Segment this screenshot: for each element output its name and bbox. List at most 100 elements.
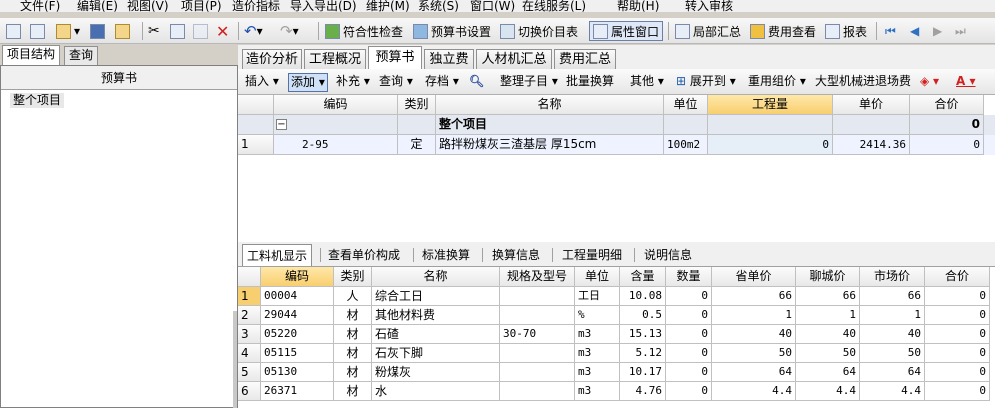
cell-code[interactable]: 05115 bbox=[261, 344, 334, 363]
cut-icon[interactable]: ✂ bbox=[148, 21, 160, 41]
cell-content[interactable]: 15.13 bbox=[620, 325, 666, 344]
menu-online[interactable]: 在线服务(L) bbox=[522, 0, 586, 12]
cell-lc[interactable]: 66 bbox=[796, 287, 860, 306]
scrollbar[interactable] bbox=[233, 311, 237, 408]
cell-content[interactable]: 10.08 bbox=[620, 287, 666, 306]
tab-fee-summary[interactable]: 费用汇总 bbox=[554, 49, 616, 69]
next-icon[interactable]: ▶ bbox=[933, 21, 942, 41]
table-row[interactable]: 5 05130 材粉煤灰 m3 10.17 0 64 64 64 0 bbox=[238, 363, 995, 383]
delete-icon[interactable]: ✕ bbox=[216, 21, 229, 41]
table-row[interactable]: 4 05115 材石灰下脚 m3 5.12 0 50 50 50 0 bbox=[238, 344, 995, 364]
tab-unit-price-breakdown[interactable]: 查看单价构成 bbox=[328, 244, 400, 266]
cell-mkt[interactable]: 4.4 bbox=[860, 382, 925, 401]
add-button[interactable]: 添加 ▾ bbox=[288, 73, 328, 92]
cell-name[interactable]: 石碴 bbox=[372, 325, 500, 344]
folder-icon[interactable] bbox=[115, 21, 133, 41]
prev-icon[interactable]: ◀ bbox=[910, 21, 919, 41]
budget-settings-button[interactable]: 预算书设置 bbox=[413, 21, 491, 41]
paste-icon[interactable] bbox=[193, 21, 211, 41]
copy-icon[interactable] bbox=[170, 21, 188, 41]
reuse-price-button[interactable]: 重用组价 ▾ bbox=[748, 73, 806, 92]
cell-name[interactable]: 综合工日 bbox=[372, 287, 500, 306]
quantity-cell[interactable]: 0 bbox=[708, 135, 833, 155]
supplement-button[interactable]: 补充 ▾ bbox=[336, 73, 370, 92]
cell-content[interactable]: 10.17 bbox=[620, 363, 666, 382]
organize-button[interactable]: 整理子目 ▾ bbox=[500, 73, 558, 92]
tab-query[interactable]: 查询 bbox=[64, 46, 99, 65]
cell-lc[interactable]: 4.4 bbox=[796, 382, 860, 401]
row-name[interactable]: 路拌粉煤灰三渣基层 厚15cm bbox=[436, 135, 664, 155]
cell-code[interactable]: 05220 bbox=[261, 325, 334, 344]
font-color-icon[interactable]: A ▾ bbox=[956, 73, 976, 92]
new-project-icon[interactable] bbox=[30, 21, 48, 41]
menu-import-export[interactable]: 导入导出(D) bbox=[290, 0, 357, 12]
switch-price-button[interactable]: 切换价目表 bbox=[500, 21, 578, 41]
tree-item-whole-project[interactable]: 整个项目 bbox=[10, 93, 65, 108]
cell-code[interactable]: 26371 bbox=[261, 382, 334, 401]
menu-help[interactable]: 帮助(H) bbox=[617, 0, 659, 12]
cell-content[interactable]: 0.5 bbox=[620, 306, 666, 325]
row-code[interactable]: 2-95 bbox=[274, 135, 398, 155]
open-icon[interactable]: ▾ bbox=[56, 21, 80, 41]
table-row[interactable]: 1 2-95 定 路拌粉煤灰三渣基层 厚15cm 100m2 0 2414.36… bbox=[238, 135, 995, 155]
fee-view-button[interactable]: 费用查看 bbox=[750, 21, 816, 41]
batch-convert-button[interactable]: 批量换算 bbox=[566, 73, 614, 92]
cell-content[interactable]: 4.76 bbox=[620, 382, 666, 401]
other-button[interactable]: 其他 ▾ bbox=[630, 73, 664, 92]
fill-color-icon[interactable]: ◈ ▾ bbox=[920, 73, 939, 92]
menu-cost-index[interactable]: 造价指标 bbox=[232, 0, 280, 12]
local-summary-button[interactable]: 局部汇总 bbox=[675, 21, 741, 41]
expand-button[interactable]: ⊞ 展开到 ▾ bbox=[676, 73, 736, 92]
menu-file[interactable]: 文件(F) bbox=[20, 0, 60, 12]
new-icon[interactable] bbox=[6, 21, 24, 41]
tab-standard-conversion[interactable]: 标准换算 bbox=[422, 244, 470, 266]
cell-mkt[interactable]: 40 bbox=[860, 325, 925, 344]
tab-conversion-info[interactable]: 换算信息 bbox=[492, 244, 540, 266]
find-icon[interactable]: 🔍︎ bbox=[469, 73, 484, 92]
tab-independent-fee[interactable]: 独立费 bbox=[424, 49, 474, 69]
cell-mkt[interactable]: 66 bbox=[860, 287, 925, 306]
cell-lc[interactable]: 50 bbox=[796, 344, 860, 363]
cell-code[interactable]: 00004 bbox=[261, 287, 334, 306]
cell-code[interactable]: 29044 bbox=[261, 306, 334, 325]
first-icon[interactable]: ⏮ bbox=[885, 21, 896, 41]
collapse-icon[interactable]: − bbox=[276, 119, 287, 130]
cell-content[interactable]: 5.12 bbox=[620, 344, 666, 363]
redo-icon[interactable]: ↷ ▾ bbox=[280, 21, 299, 41]
menu-system[interactable]: 系统(S) bbox=[418, 0, 459, 12]
archive-button[interactable]: 存档 ▾ bbox=[425, 73, 459, 92]
cell-code[interactable]: 05130 bbox=[261, 363, 334, 382]
cell-name[interactable]: 其他材料费 bbox=[372, 306, 500, 325]
check-button[interactable]: 符合性检查 bbox=[325, 21, 403, 41]
tab-resource-summary[interactable]: 人材机汇总 bbox=[476, 49, 552, 69]
cell-lc[interactable]: 40 bbox=[796, 325, 860, 344]
tab-quantity-detail[interactable]: 工程量明细 bbox=[562, 244, 622, 266]
property-window-button[interactable]: 属性窗口 bbox=[589, 21, 664, 41]
tab-resource-display[interactable]: 工料机显示 bbox=[242, 244, 313, 266]
group-row[interactable]: − 整个项目 0 bbox=[238, 115, 995, 135]
menu-maintain[interactable]: 维护(M) bbox=[366, 0, 410, 12]
menu-edit[interactable]: 编辑(E) bbox=[77, 0, 118, 12]
machinery-fee-button[interactable]: 大型机械进退场费 bbox=[815, 73, 911, 92]
query-button[interactable]: 查询 ▾ bbox=[379, 73, 413, 92]
tab-budget[interactable]: 预算书 bbox=[368, 46, 422, 70]
save-icon[interactable] bbox=[90, 21, 108, 41]
menu-view[interactable]: 视图(V) bbox=[127, 0, 169, 12]
cell-mkt[interactable]: 64 bbox=[860, 363, 925, 382]
cell-mkt[interactable]: 1 bbox=[860, 306, 925, 325]
table-row[interactable]: 1 00004 人综合工日 工日 10.08 0 66 66 66 0 bbox=[238, 287, 995, 307]
table-row[interactable]: 3 05220 材石碴 30-70 m3 15.13 0 40 40 40 0 bbox=[238, 325, 995, 345]
tab-project-structure[interactable]: 项目结构 bbox=[2, 45, 61, 66]
cell-lc[interactable]: 64 bbox=[796, 363, 860, 382]
report-button[interactable]: 报表 bbox=[825, 21, 867, 41]
table-row[interactable]: 2 29044 材其他材料费% 0.5 0 1 1 1 0 bbox=[238, 306, 995, 326]
undo-icon[interactable]: ↶ ▾ bbox=[244, 21, 263, 41]
tab-project-overview[interactable]: 工程概况 bbox=[304, 49, 366, 69]
tab-description[interactable]: 说明信息 bbox=[644, 244, 692, 266]
cell-name[interactable]: 石灰下脚 bbox=[372, 344, 500, 363]
last-icon[interactable]: ⏭ bbox=[955, 21, 966, 41]
cell-name[interactable]: 水 bbox=[372, 382, 500, 401]
tab-cost-analysis[interactable]: 造价分析 bbox=[242, 49, 302, 69]
cell-lc[interactable]: 1 bbox=[796, 306, 860, 325]
menu-review[interactable]: 转入审核 bbox=[685, 0, 733, 12]
